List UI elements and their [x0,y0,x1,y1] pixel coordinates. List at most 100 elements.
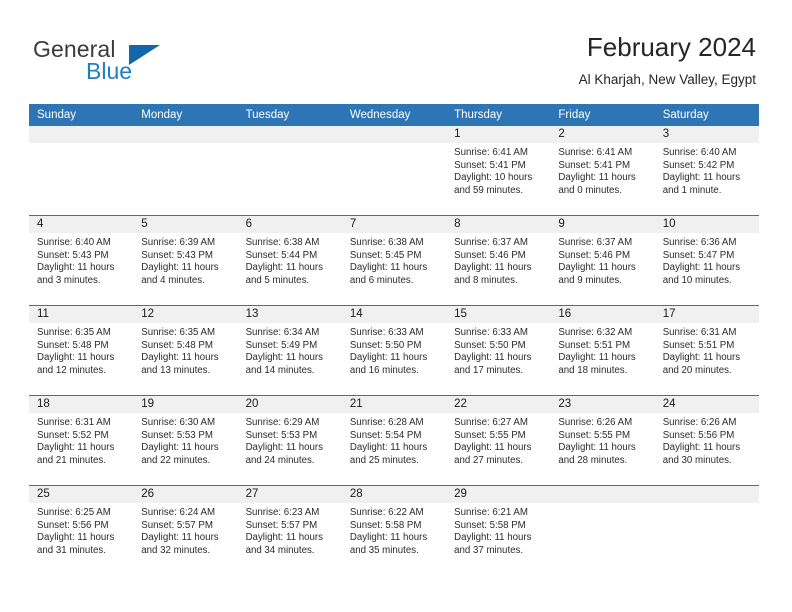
day-details: Sunrise: 6:39 AM Sunset: 5:43 PM Daylight:… [133,233,237,287]
day-detail-daylight1: Daylight: 11 hours [662,262,741,274]
calendar-day-cell[interactable]: 4 Sunrise: 6:40 AM Sunset: 5:43 PM Daylight… [29,215,134,306]
calendar-day-cell[interactable]: 19 Sunrise: 6:30 AM Sunset: 5:53 PM Dayligh… [133,395,238,486]
day-detail-daylight2: and 9 minutes. [558,274,622,286]
calendar-day-cell[interactable]: 20 Sunrise: 6:29 AM Sunset: 5:53 PM Dayligh… [237,395,342,486]
brand-logo[interactable]: General Blue [33,36,233,92]
day-detail-sunset: Sunset: 5:51 PM [662,339,735,351]
day-details: Sunrise: 6:38 AM Sunset: 5:44 PM Daylight:… [238,233,342,287]
day-detail-sunset: Sunset: 5:53 PM [245,429,318,441]
calendar-day-cell[interactable]: 7 Sunrise: 6:38 AM Sunset: 5:45 PM Daylight… [341,215,447,306]
day-detail-sunrise: Sunrise: 6:26 AM [558,417,633,428]
calendar-cell-empty [550,485,655,575]
calendar-day-cell[interactable]: 22 Sunrise: 6:27 AM Sunset: 5:55 PM Dayligh… [446,395,551,486]
day-detail-daylight2: and 32 minutes. [141,544,211,556]
day-detail-daylight2: and 6 minutes. [349,274,414,286]
calendar-day-cell[interactable]: 8 Sunrise: 6:37 AM Sunset: 5:46 PM Daylight… [446,215,551,306]
calendar-day-cell[interactable]: 12 Sunrise: 6:35 AM Sunset: 5:48 PM Dayligh… [133,305,238,396]
calendar-week-row: 18 Sunrise: 6:31 AM Sunset: 5:52 PM Dayligh… [29,395,759,486]
location-subtitle: Al Kharjah, New Valley, Egypt [578,72,756,87]
day-detail-daylight1: Daylight: 11 hours [37,262,115,274]
day-number [550,486,655,503]
day-detail-daylight1: Daylight: 11 hours [37,532,115,544]
day-detail-daylight1: Daylight: 11 hours [245,442,323,454]
day-detail-daylight2: and 13 minutes. [141,364,211,376]
day-detail-daylight2: and 3 minutes. [37,274,101,286]
day-detail-sunrise: Sunrise: 6:21 AM [454,507,528,518]
calendar-day-cell[interactable]: 25 Sunrise: 6:25 AM Sunset: 5:56 PM Dayligh… [29,485,134,575]
day-details: Sunrise: 6:40 AM Sunset: 5:43 PM Daylight:… [29,233,133,287]
day-detail-sunrise: Sunrise: 6:23 AM [245,507,320,518]
day-detail-sunrise: Sunrise: 6:33 AM [454,327,528,338]
calendar-grid: Sunday Monday Tuesday Wednesday Thursday… [29,104,759,575]
day-detail-sunset: Sunset: 5:54 PM [349,429,422,441]
day-detail-daylight2: and 4 minutes. [141,274,205,286]
calendar-day-cell[interactable]: 18 Sunrise: 6:31 AM Sunset: 5:52 PM Dayligh… [29,395,134,486]
day-detail-sunrise: Sunrise: 6:36 AM [662,237,737,248]
day-detail-daylight2: and 8 minutes. [454,274,518,286]
day-detail-daylight2: and 17 minutes. [454,364,524,376]
calendar-day-cell[interactable]: 9 Sunrise: 6:37 AM Sunset: 5:46 PM Daylight… [550,215,655,306]
triangle-logo-icon [129,45,160,65]
weekday-header-tuesday: Tuesday [237,104,342,126]
day-details: Sunrise: 6:31 AM Sunset: 5:52 PM Daylight:… [29,413,133,467]
day-detail-sunset: Sunset: 5:55 PM [454,429,526,441]
day-number [29,126,134,143]
calendar-day-cell[interactable]: 27 Sunrise: 6:23 AM Sunset: 5:57 PM Dayligh… [237,485,342,575]
calendar-cell-empty [133,126,238,216]
day-detail-sunset: Sunset: 5:49 PM [245,339,318,351]
day-detail-daylight1: Daylight: 11 hours [558,262,636,274]
calendar-day-cell[interactable]: 24 Sunrise: 6:26 AM Sunset: 5:56 PM Dayligh… [654,395,759,486]
day-number: 26 [133,486,238,503]
day-detail-sunset: Sunset: 5:58 PM [349,519,422,531]
calendar-day-cell[interactable]: 29 Sunrise: 6:21 AM Sunset: 5:58 PM Dayligh… [446,485,551,575]
calendar-day-cell[interactable]: 1 Sunrise: 6:41 AM Sunset: 5:41 PM Daylight… [446,126,551,216]
calendar-day-cell[interactable]: 2 Sunrise: 6:41 AM Sunset: 5:41 PM Daylight… [550,126,655,216]
day-number: 29 [446,486,551,503]
calendar-day-cell[interactable]: 3 Sunrise: 6:40 AM Sunset: 5:42 PM Daylight… [654,126,759,216]
calendar-day-cell[interactable]: 16 Sunrise: 6:32 AM Sunset: 5:51 PM Dayligh… [550,305,655,396]
day-detail-daylight2: and 37 minutes. [454,544,524,556]
day-detail-sunset: Sunset: 5:51 PM [558,339,631,351]
day-detail-daylight2: and 34 minutes. [245,544,315,556]
calendar-day-cell[interactable]: 21 Sunrise: 6:28 AM Sunset: 5:54 PM Dayligh… [341,395,447,486]
day-detail-daylight2: and 12 minutes. [37,364,106,376]
calendar-day-cell[interactable]: 13 Sunrise: 6:34 AM Sunset: 5:49 PM Dayligh… [237,305,342,396]
day-detail-sunrise: Sunrise: 6:35 AM [37,327,111,338]
day-detail-daylight2: and 10 minutes. [662,274,732,286]
day-detail-sunset: Sunset: 5:50 PM [454,339,526,351]
calendar-week-row: 25 Sunrise: 6:25 AM Sunset: 5:56 PM Dayligh… [29,485,759,575]
day-detail-daylight2: and 24 minutes. [245,454,315,466]
day-number: 22 [446,396,551,413]
calendar-day-cell[interactable]: 14 Sunrise: 6:33 AM Sunset: 5:50 PM Dayligh… [341,305,447,396]
calendar-day-cell[interactable]: 6 Sunrise: 6:38 AM Sunset: 5:44 PM Daylight… [237,215,342,306]
day-detail-sunset: Sunset: 5:58 PM [454,519,526,531]
calendar-day-cell[interactable]: 5 Sunrise: 6:39 AM Sunset: 5:43 PM Daylight… [133,215,238,306]
day-detail-daylight2: and 20 minutes. [662,364,732,376]
calendar-day-cell[interactable]: 15 Sunrise: 6:33 AM Sunset: 5:50 PM Dayligh… [446,305,551,396]
calendar-day-cell[interactable]: 28 Sunrise: 6:22 AM Sunset: 5:58 PM Dayligh… [341,485,447,575]
calendar-week-row: 11 Sunrise: 6:35 AM Sunset: 5:48 PM Dayligh… [29,305,759,396]
calendar-day-cell[interactable]: 10 Sunrise: 6:36 AM Sunset: 5:47 PM Dayligh… [654,215,759,306]
weekday-header-friday: Friday [550,104,655,126]
day-detail-sunrise: Sunrise: 6:27 AM [454,417,528,428]
day-detail-daylight2: and 0 minutes. [558,184,622,196]
day-detail-sunset: Sunset: 5:52 PM [37,429,109,441]
calendar-cell-empty [29,126,134,216]
calendar-day-cell[interactable]: 23 Sunrise: 6:26 AM Sunset: 5:55 PM Dayligh… [550,395,655,486]
weekday-header-monday: Monday [133,104,238,126]
calendar-day-cell[interactable]: 17 Sunrise: 6:31 AM Sunset: 5:51 PM Dayligh… [654,305,759,396]
calendar-day-cell[interactable]: 11 Sunrise: 6:35 AM Sunset: 5:48 PM Dayligh… [29,305,134,396]
day-details: Sunrise: 6:23 AM Sunset: 5:57 PM Daylight:… [238,503,342,557]
day-detail-daylight1: Daylight: 11 hours [141,532,219,544]
day-detail-daylight1: Daylight: 11 hours [37,442,115,454]
day-details: Sunrise: 6:29 AM Sunset: 5:53 PM Daylight:… [238,413,342,467]
day-number [341,126,447,143]
day-detail-sunset: Sunset: 5:57 PM [245,519,318,531]
day-detail-sunrise: Sunrise: 6:33 AM [349,327,424,338]
day-number: 25 [29,486,134,503]
page-header: General Blue February 2024 Al Kharjah, N… [0,0,792,104]
day-detail-daylight1: Daylight: 11 hours [454,262,532,274]
day-detail-sunrise: Sunrise: 6:31 AM [37,417,111,428]
calendar-day-cell[interactable]: 26 Sunrise: 6:24 AM Sunset: 5:57 PM Dayligh… [133,485,238,575]
day-details: Sunrise: 6:33 AM Sunset: 5:50 PM Daylight:… [342,323,446,377]
